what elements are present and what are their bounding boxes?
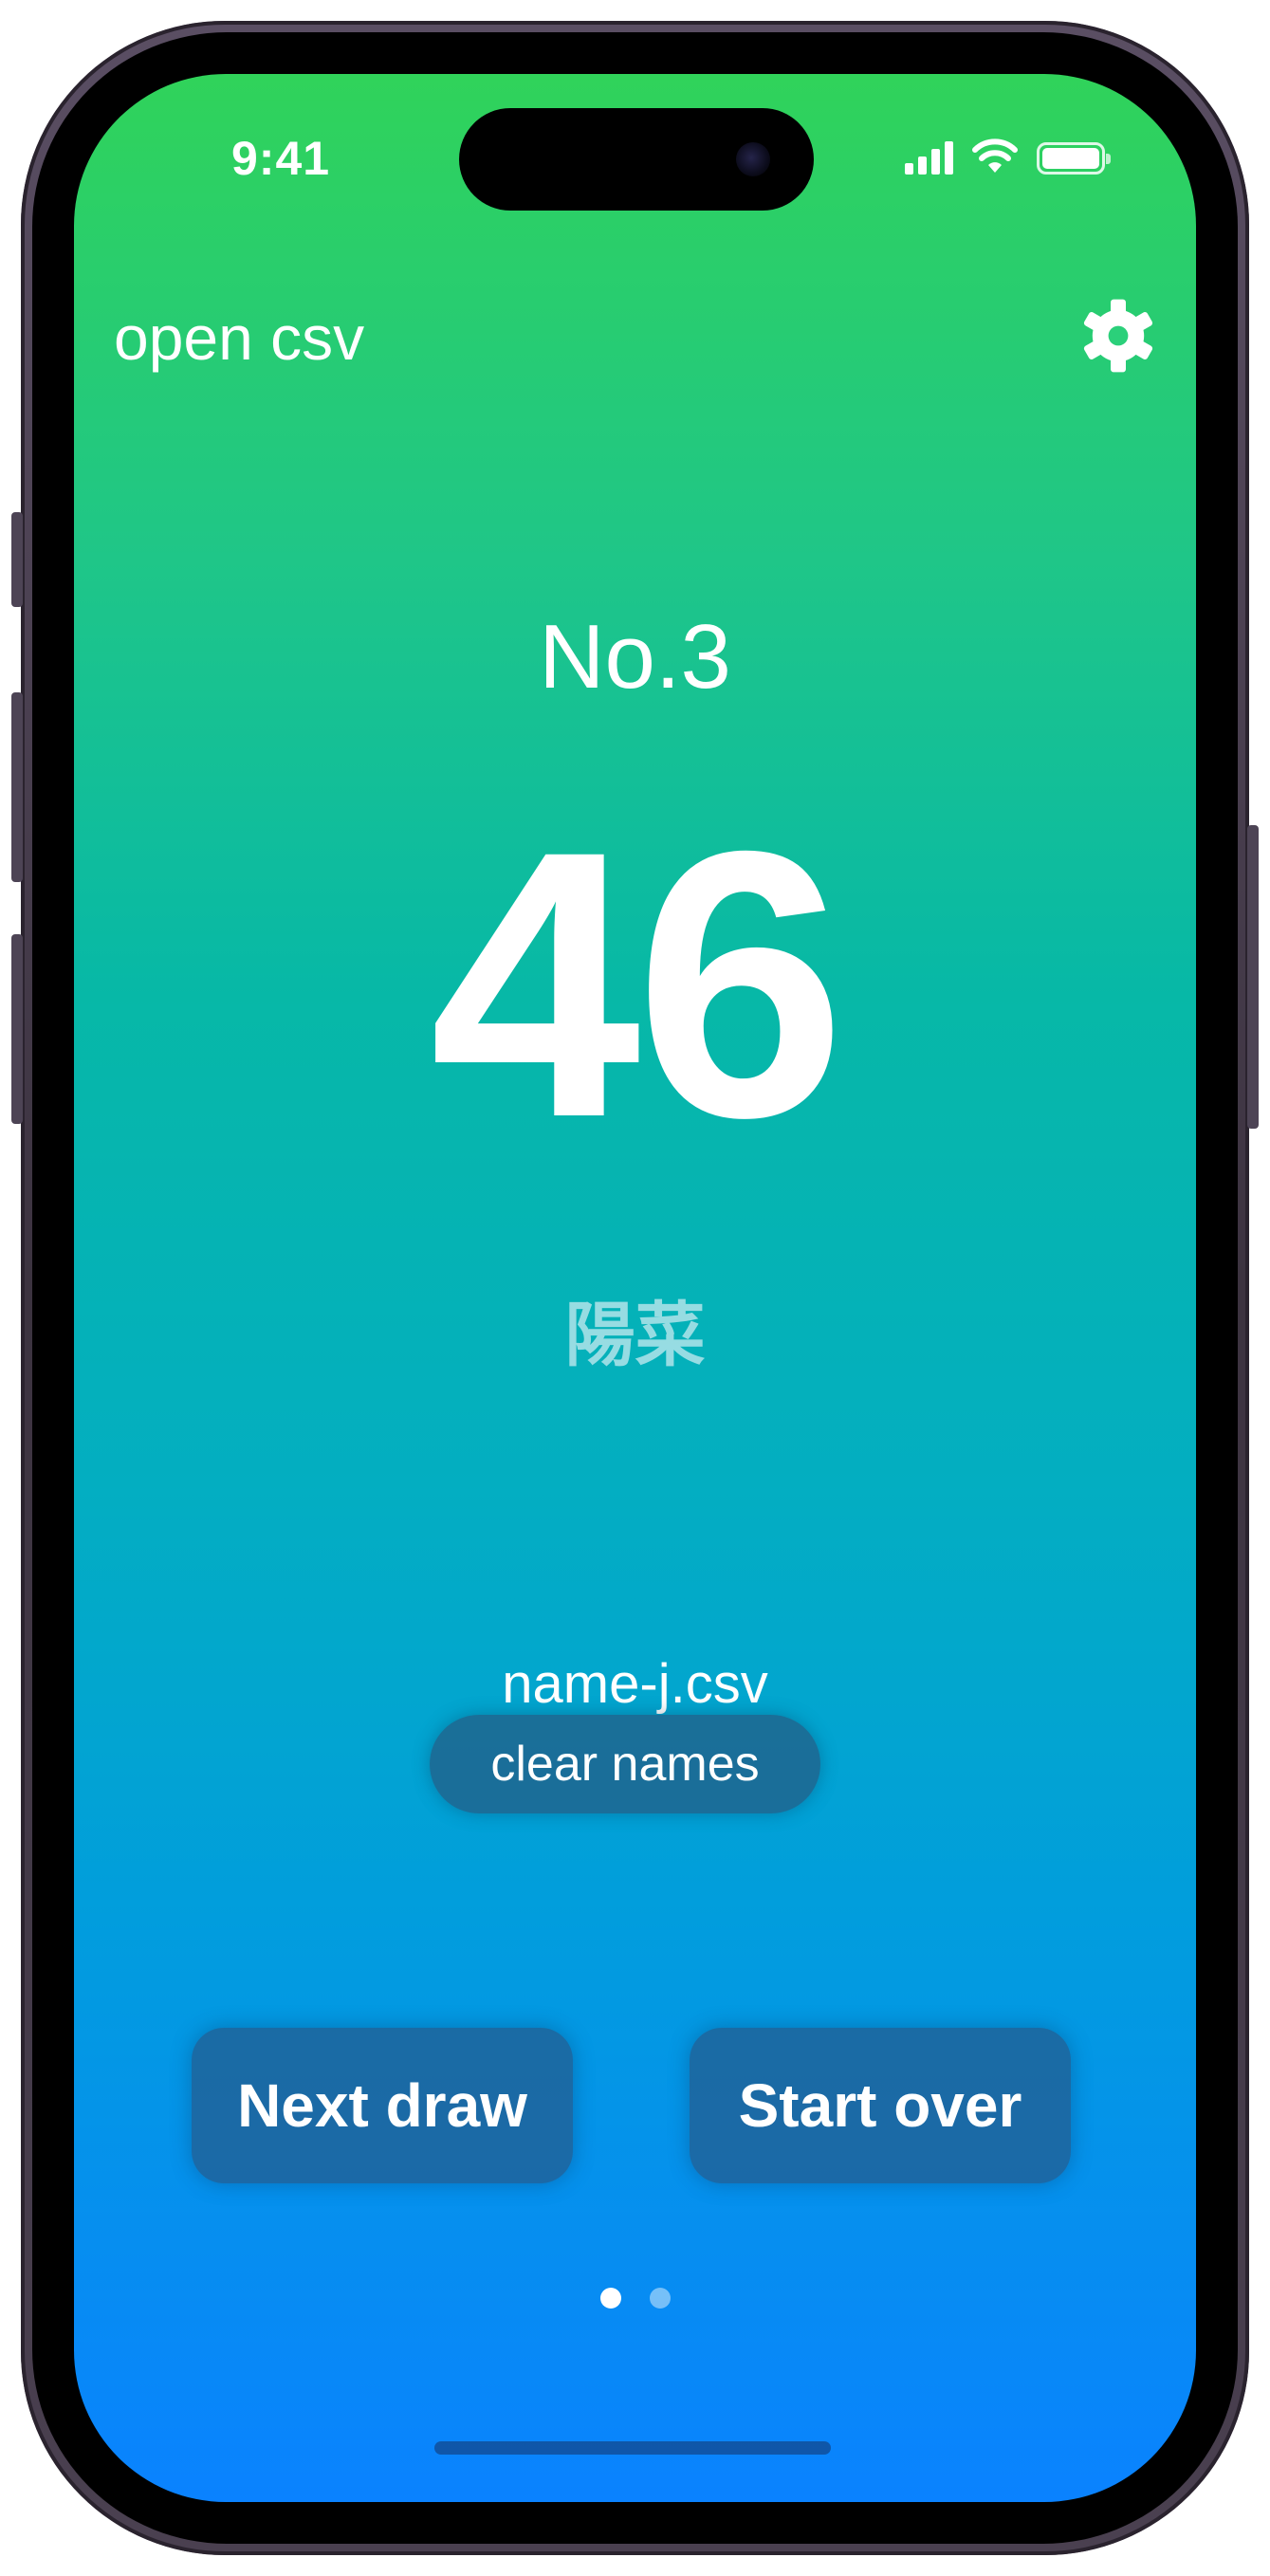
drawn-number: 46 <box>430 772 846 1196</box>
home-indicator[interactable] <box>434 2441 831 2455</box>
battery-icon <box>1037 142 1111 175</box>
csv-file-name: name-j.csv <box>502 1653 768 1715</box>
cellular-signal-icon <box>905 140 953 175</box>
app-screen: 9:41 open csv No.3 46 陽菜 name-j.csv clea… <box>74 74 1196 2502</box>
camera-icon <box>736 142 770 176</box>
next-draw-button[interactable]: Next draw <box>192 2028 573 2183</box>
action-button <box>11 512 23 607</box>
power-button <box>1247 825 1259 1129</box>
volume-up-button <box>11 692 23 882</box>
clear-names-button[interactable]: clear names <box>430 1715 820 1813</box>
page-dot-2[interactable] <box>649 2288 671 2309</box>
page-indicator[interactable] <box>74 2288 1196 2309</box>
status-icons <box>905 137 1111 175</box>
volume-down-button <box>11 934 23 1124</box>
drawn-name: 陽菜 <box>564 1295 706 1376</box>
dynamic-island <box>459 108 814 211</box>
start-over-button[interactable]: Start over <box>690 2028 1071 2183</box>
wifi-icon <box>972 138 1018 173</box>
page-dot-1[interactable] <box>599 2288 621 2309</box>
gear-icon[interactable] <box>1080 298 1156 374</box>
status-time: 9:41 <box>231 132 331 185</box>
open-csv-button[interactable]: open csv <box>114 302 364 374</box>
draw-count-label: No.3 <box>539 606 731 708</box>
